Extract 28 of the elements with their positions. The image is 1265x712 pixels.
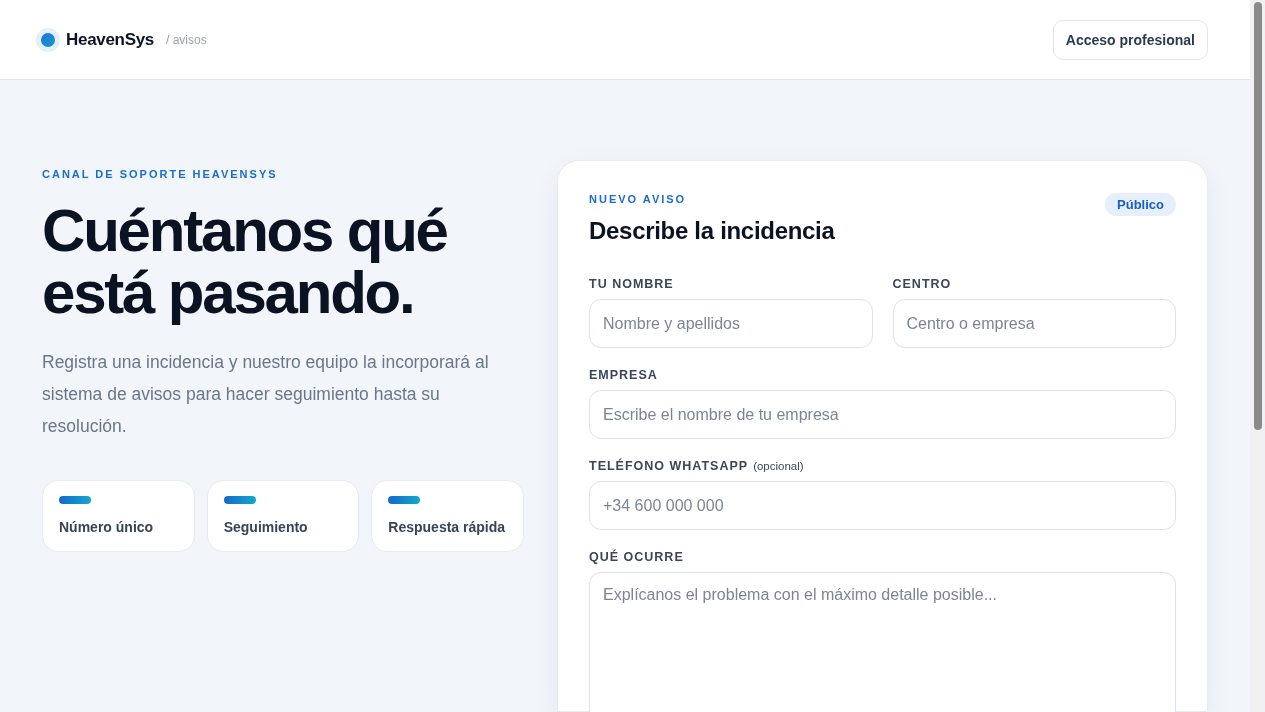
hero-text: Registra una incidencia y nuestro equipo la incorporará al sistema de avisos para hacer seguimiento hasta su resolución.: [42, 351, 490, 438]
field-label: QUÉ OCURRE: [589, 550, 684, 564]
input-field[interactable]: +34 600 000 000: [589, 481, 1176, 530]
form-eyebrow: NUEVO AVISO: [589, 193, 688, 205]
text-area[interactable]: Explícanos el problema con el máximo detalle posible...: [589, 572, 1176, 712]
brand-name: HeavenSys: [66, 29, 155, 50]
field-hint: (opcional): [753, 460, 804, 472]
login-button[interactable]: Acceso profesional: [1052, 19, 1208, 60]
input-field[interactable]: Nombre y apellidos: [589, 299, 873, 348]
visibility-badge: Público: [1105, 193, 1176, 216]
scrollbar[interactable]: [1250, 0, 1265, 712]
field-label: TU NOMBRE: [589, 277, 674, 291]
form-title: Describe la incidencia: [589, 217, 835, 245]
input-field[interactable]: Escribe el nombre de tu empresa: [589, 390, 1176, 439]
eyebrow-text: CANAL DE SOPORTE HEAVENSYS: [42, 168, 279, 180]
accent-bar: [388, 496, 421, 504]
field-label: CENTRO: [892, 277, 952, 291]
accent-bar: [59, 496, 91, 504]
hero-title: Cuéntanos qué está pasando.: [42, 200, 448, 324]
logo-icon: [36, 27, 60, 52]
field-label: TELÉFONO WHATSAPP: [589, 459, 749, 473]
feature-label: Seguimiento: [223, 519, 309, 535]
input-field[interactable]: Centro o empresa: [892, 299, 1176, 348]
field-label: EMPRESA: [589, 368, 658, 382]
feature-label: Respuesta rápida: [388, 519, 507, 535]
accent-bar: [223, 496, 256, 504]
section-label: / avisos: [166, 32, 207, 47]
feature-label: Número único: [59, 519, 155, 535]
